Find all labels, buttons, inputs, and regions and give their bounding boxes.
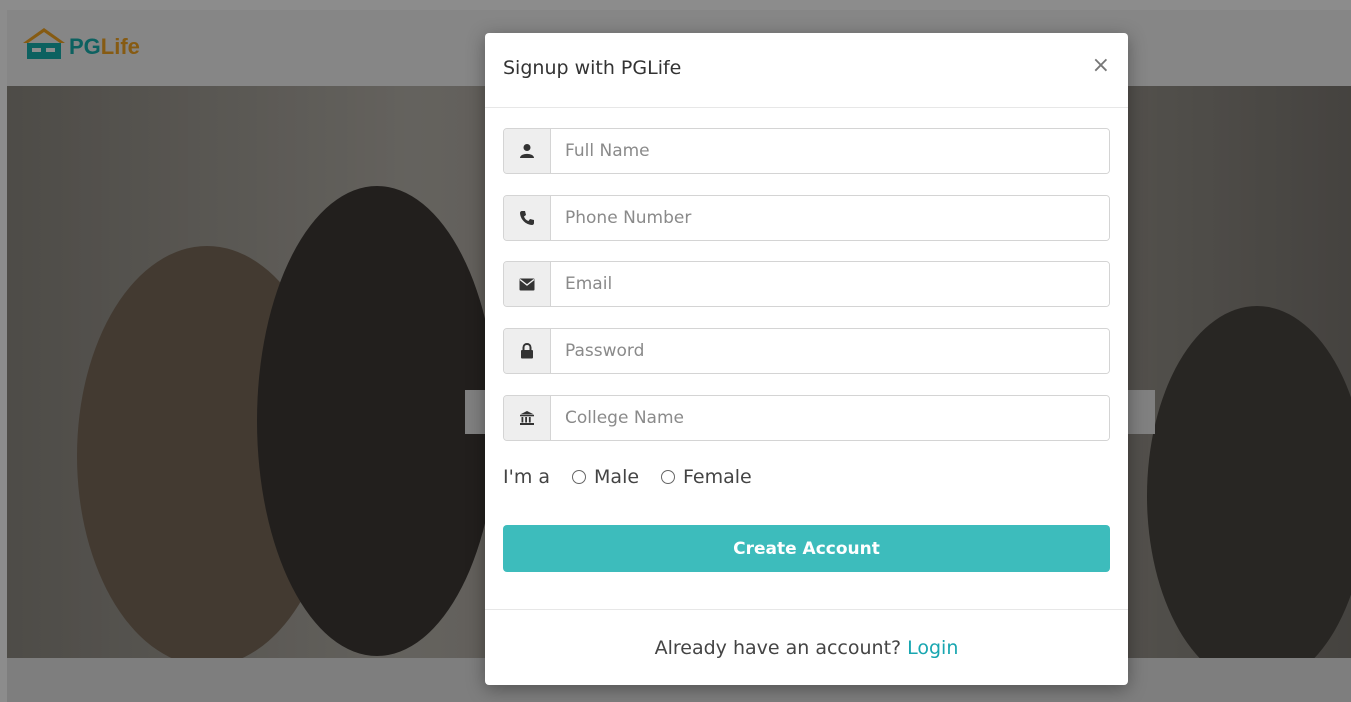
- user-icon: [504, 129, 551, 173]
- male-label: Male: [594, 466, 640, 488]
- password-field: [503, 328, 1110, 374]
- modal-footer: Already have an account? Login: [485, 609, 1128, 685]
- gender-female-option[interactable]: Female: [661, 466, 752, 488]
- signup-modal: Signup with PGLife × Full Name Phone Num…: [485, 33, 1128, 685]
- lock-icon: [504, 329, 551, 373]
- phone-input[interactable]: [551, 196, 1109, 240]
- footer-text: Already have an account?: [654, 637, 902, 659]
- university-icon: [504, 396, 551, 440]
- login-link[interactable]: Login: [907, 637, 958, 659]
- modal-body: I'm a Male Female Create Account: [485, 108, 1128, 610]
- phone-field: [503, 195, 1110, 241]
- female-radio[interactable]: [661, 470, 676, 484]
- modal-title: Signup with PGLife: [503, 57, 682, 79]
- modal-header: Signup with PGLife ×: [485, 33, 1128, 108]
- phone-icon: [504, 196, 551, 240]
- password-input[interactable]: [551, 329, 1109, 373]
- gender-male-option[interactable]: Male: [572, 466, 639, 488]
- full-name-input[interactable]: [551, 129, 1109, 173]
- create-account-button[interactable]: Create Account: [503, 525, 1110, 572]
- email-input[interactable]: [551, 262, 1109, 306]
- male-radio[interactable]: [572, 470, 587, 484]
- envelope-icon: [504, 262, 551, 306]
- email-field: [503, 261, 1110, 307]
- close-icon[interactable]: ×: [1092, 55, 1110, 77]
- female-label: Female: [683, 466, 752, 488]
- college-field: [503, 395, 1110, 441]
- full-name-field: [503, 128, 1110, 174]
- gender-group: I'm a Male Female: [503, 466, 752, 488]
- college-input[interactable]: [551, 396, 1109, 440]
- gender-label: I'm a: [503, 466, 551, 488]
